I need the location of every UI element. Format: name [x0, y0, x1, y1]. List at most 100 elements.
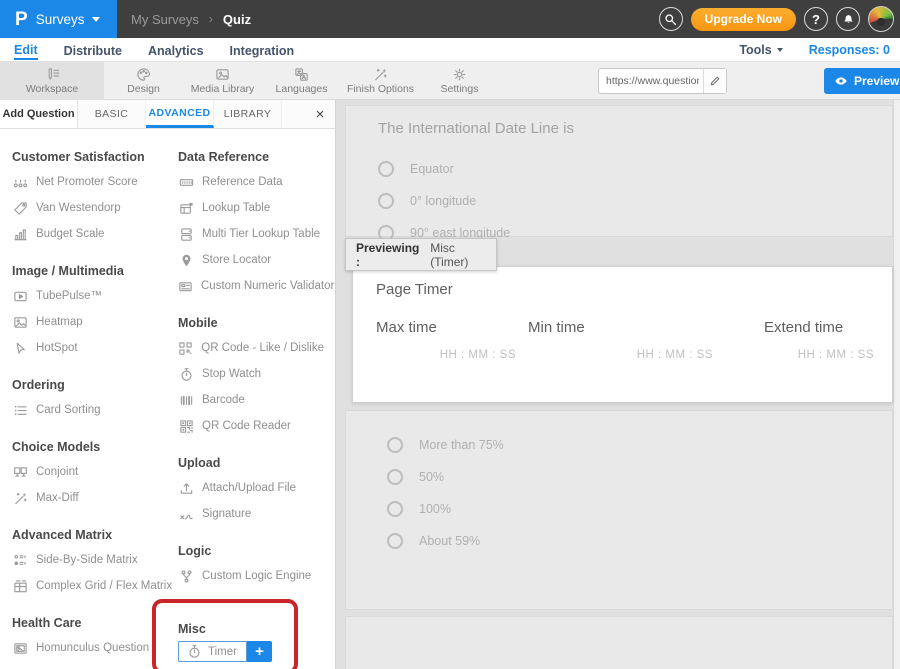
question-type-timer[interactable]: Timer — [178, 641, 247, 662]
item-label: Homunculus Question — [36, 642, 149, 654]
radio-option-about-59[interactable]: About 59% — [387, 525, 892, 557]
monitors-icon — [12, 465, 28, 480]
timer-row: Timer + — [178, 641, 288, 662]
radio-icon[interactable] — [387, 437, 403, 453]
stack-tables-icon — [178, 227, 194, 242]
qr-code-icon — [178, 419, 194, 434]
radio-option-more-than-75[interactable]: More than 75% — [387, 429, 892, 461]
upload-tray-icon — [178, 481, 194, 496]
time-input[interactable] — [764, 349, 874, 361]
stopwatch-icon — [178, 367, 194, 382]
toolbar-design[interactable]: Design — [104, 62, 183, 100]
responses-count[interactable]: Responses: 0 — [809, 43, 890, 57]
tab-library[interactable]: LIBRARY — [214, 100, 282, 128]
radio-icon[interactable] — [387, 533, 403, 549]
question-type-tubepulse[interactable]: TubePulse™ — [12, 283, 178, 309]
item-label: Store Locator — [202, 254, 271, 266]
question-type-signature[interactable]: Signature — [178, 501, 324, 527]
radio-icon[interactable] — [378, 193, 394, 209]
tools-menu[interactable]: Tools — [739, 43, 782, 57]
question-type-custom-numeric-validator[interactable]: Custom Numeric Validator — [178, 273, 324, 299]
barcode-icon — [178, 393, 194, 408]
help-icon[interactable]: ? — [804, 7, 828, 31]
upgrade-now-button[interactable]: Upgrade Now — [691, 8, 796, 31]
item-label: Signature — [202, 508, 251, 520]
toolbar-languages[interactable]: Languages — [262, 62, 341, 100]
question-title: The International Date Line is — [378, 120, 892, 137]
question-type-max-diff[interactable]: Max-Diff — [12, 485, 178, 511]
question-type-conjoint[interactable]: Conjoint — [12, 459, 178, 485]
gear-icon — [452, 67, 468, 82]
breadcrumb-my-surveys[interactable]: My Surveys — [131, 12, 199, 27]
question-type-card-sorting[interactable]: Card Sorting — [12, 397, 178, 423]
product-name: Surveys — [36, 12, 85, 27]
toolbar-finish-options[interactable]: Finish Options — [341, 62, 420, 100]
item-label: QR Code - Like / Dislike — [201, 342, 324, 354]
question-type-side-by-side-matrix[interactable]: Side-By-Side Matrix — [12, 547, 178, 573]
question-type-barcode[interactable]: Barcode — [178, 387, 324, 413]
item-label: Stop Watch — [202, 368, 261, 380]
add-timer-button[interactable]: + — [247, 641, 272, 662]
radio-icon[interactable] — [387, 501, 403, 517]
radio-option-equator[interactable]: Equator — [378, 153, 892, 185]
question-type-budget-scale[interactable]: Budget Scale — [12, 221, 178, 247]
avatar[interactable] — [868, 6, 894, 32]
preview-button[interactable]: Preview — [824, 68, 900, 94]
question-type-lookup-table[interactable]: Lookup Table — [178, 195, 324, 221]
question-type-attach-upload-file[interactable]: Attach/Upload File — [178, 475, 324, 501]
palette-icon — [136, 67, 152, 82]
item-label: Timer — [208, 646, 237, 658]
workspace-icon — [44, 67, 60, 82]
nav-tab-integration[interactable]: Integration — [230, 41, 295, 59]
option-label: 100% — [419, 502, 451, 516]
time-input[interactable] — [528, 349, 713, 361]
toolbar-media-library[interactable]: Media Library — [183, 62, 262, 100]
toolbar-buttons: WorkspaceDesignMedia LibraryLanguagesFin… — [0, 62, 900, 100]
search-icon[interactable] — [659, 7, 683, 31]
edit-url-pencil-icon[interactable] — [703, 69, 726, 93]
question-type-stop-watch[interactable]: Stop Watch — [178, 361, 324, 387]
close-icon[interactable]: × — [305, 100, 335, 128]
question-type-hotspot[interactable]: HotSpot — [12, 335, 178, 361]
question-type-van-westendorp[interactable]: Van Westendorp — [12, 195, 178, 221]
radio-icon[interactable] — [387, 469, 403, 485]
radio-option-50[interactable]: 50% — [387, 461, 892, 493]
survey-toolbar: WorkspaceDesignMedia LibraryLanguagesFin… — [0, 62, 900, 100]
option-label: Equator — [410, 162, 454, 176]
question-section-3 — [345, 616, 893, 669]
tab-advanced[interactable]: ADVANCED — [146, 100, 214, 128]
question-type-heatmap[interactable]: Heatmap — [12, 309, 178, 335]
radio-option-0-longitude[interactable]: 0° longitude — [378, 185, 892, 217]
option-label: More than 75% — [419, 438, 504, 452]
nav-tab-edit[interactable]: Edit — [14, 40, 38, 60]
radio-icon[interactable] — [378, 161, 394, 177]
question-type-net-promoter-score[interactable]: Net Promoter Score — [12, 169, 178, 195]
question-options: Equator0° longitude90° east longitude — [378, 153, 892, 249]
toolbar-settings[interactable]: Settings — [420, 62, 499, 100]
question-type-complex-grid-flex-matrix[interactable]: Complex Grid / Flex Matrix — [12, 573, 178, 599]
item-label: TubePulse™ — [36, 290, 102, 302]
radio-option-100[interactable]: 100% — [387, 493, 892, 525]
scrollbar-track[interactable] — [893, 100, 900, 669]
timer-fields: Max timeMin timeExtend time — [353, 319, 892, 379]
question-type-multi-tier-lookup-table[interactable]: Multi Tier Lookup Table — [178, 221, 324, 247]
option-label: 50% — [419, 470, 444, 484]
tooltip-prefix: Previewing : — [356, 241, 426, 269]
item-label: Attach/Upload File — [202, 482, 296, 494]
time-input[interactable] — [376, 349, 516, 361]
section-heading-logic: Logic — [178, 544, 324, 558]
question-type-custom-logic-engine[interactable]: Custom Logic Engine — [178, 563, 324, 589]
tab-basic[interactable]: BASIC — [78, 100, 146, 128]
toolbar-workspace[interactable]: Workspace — [0, 62, 104, 100]
nav-tab-analytics[interactable]: Analytics — [148, 41, 204, 59]
product-menu[interactable]: P Surveys — [0, 0, 117, 38]
nav-tab-distribute[interactable]: Distribute — [64, 41, 122, 59]
survey-url-input[interactable] — [599, 69, 703, 93]
question-type-reference-data[interactable]: Reference Data — [178, 169, 324, 195]
tag-icon — [12, 201, 28, 216]
question-type-store-locator[interactable]: Store Locator — [178, 247, 324, 273]
notifications-bell-icon[interactable] — [836, 7, 860, 31]
question-type-qr-code-reader[interactable]: QR Code Reader — [178, 413, 324, 439]
question-type-qr-code-like-dislike[interactable]: QR Code - Like / Dislike — [178, 335, 324, 361]
matrix-dots-icon — [12, 553, 28, 568]
